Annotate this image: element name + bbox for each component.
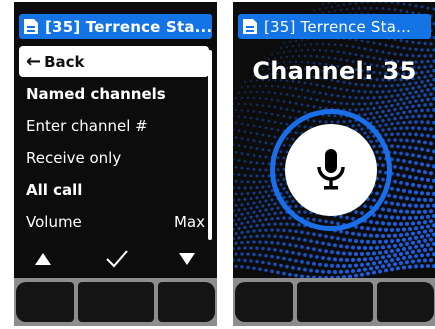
title-bar: [35] Terrence Sta... — [238, 14, 431, 39]
back-arrow-icon: ← — [26, 50, 42, 72]
title-text: [35] Terrence Sta... — [264, 17, 412, 36]
title-bar: [35] Terrence Sta... — [19, 14, 212, 39]
hardware-button-right[interactable] — [377, 282, 434, 322]
hardware-button-left[interactable] — [16, 282, 74, 322]
hardware-button-middle[interactable] — [297, 282, 373, 322]
menu-item-all-call[interactable]: All call — [19, 174, 209, 206]
left-device-screen: [35] Terrence Sta... ← Back Named channe… — [14, 2, 217, 326]
document-icon — [24, 19, 38, 34]
scrollbar[interactable] — [208, 50, 212, 240]
hardware-button-row — [14, 278, 217, 326]
menu-item-label: Volume — [26, 213, 82, 231]
menu-item-label: Back — [44, 52, 85, 71]
softkey-bar — [14, 246, 217, 272]
menu-item-receive-only[interactable]: Receive only — [19, 142, 209, 174]
menu-item-label: All call — [26, 181, 83, 199]
menu-item-label: Named channels — [26, 85, 166, 103]
microphone-icon — [317, 149, 345, 190]
softkey-ok[interactable] — [102, 246, 132, 272]
menu-item-label: Enter channel # — [26, 117, 148, 135]
softkey-down[interactable] — [172, 246, 202, 272]
hardware-button-middle[interactable] — [78, 282, 154, 322]
menu-list: ← Back Named channels Enter channel # Re… — [19, 46, 209, 238]
channel-label: Channel: 35 — [252, 57, 417, 85]
softkey-up[interactable] — [28, 246, 58, 272]
menu-item-enter-channel[interactable]: Enter channel # — [19, 110, 209, 142]
hardware-button-row — [233, 278, 435, 326]
hardware-button-left[interactable] — [235, 282, 293, 322]
menu-item-volume[interactable]: Volume Max — [19, 206, 209, 238]
menu-item-named-channels[interactable]: Named channels — [19, 78, 209, 110]
document-icon — [243, 19, 257, 34]
volume-value: Max — [173, 213, 205, 231]
title-text: [35] Terrence Sta... — [45, 17, 212, 36]
menu-item-label: Receive only — [26, 149, 122, 167]
menu-item-back[interactable]: ← Back — [19, 46, 209, 77]
push-to-talk-button[interactable] — [285, 124, 377, 216]
right-device-screen: [35] Terrence Sta... Channel: 35 — [233, 2, 435, 326]
checkmark-icon — [106, 250, 128, 268]
up-triangle-icon — [35, 253, 51, 265]
down-triangle-icon — [179, 253, 195, 265]
hardware-button-right[interactable] — [158, 282, 215, 322]
